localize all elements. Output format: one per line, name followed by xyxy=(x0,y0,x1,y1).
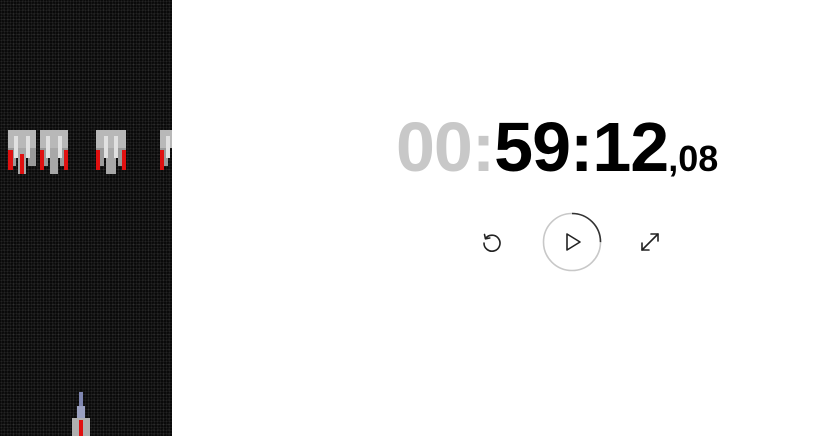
invader-ship-icon xyxy=(96,130,126,174)
hundredths-digits: ,08 xyxy=(668,138,719,179)
stopwatch-controls xyxy=(462,212,682,272)
play-button[interactable] xyxy=(542,212,602,272)
stopwatch-area: 00:59:12,08 xyxy=(172,0,814,436)
invader-row xyxy=(0,130,172,182)
fullscreen-icon xyxy=(641,233,659,251)
invader-ship-icon xyxy=(160,130,172,170)
reset-icon xyxy=(483,233,501,252)
time-display: 00:59:12,08 xyxy=(396,112,718,182)
minutes-seconds-digits: 59:12 xyxy=(494,108,669,186)
play-icon xyxy=(566,233,581,251)
reset-button[interactable] xyxy=(478,228,506,256)
player-ship-icon xyxy=(72,392,90,436)
play-progress-ring xyxy=(542,212,602,272)
fullscreen-button[interactable] xyxy=(636,228,664,256)
invader-ship-icon xyxy=(8,130,36,174)
game-preview-panel[interactable] xyxy=(0,0,172,436)
hours-digits: 00: xyxy=(396,108,495,186)
invader-ship-icon xyxy=(40,130,68,174)
